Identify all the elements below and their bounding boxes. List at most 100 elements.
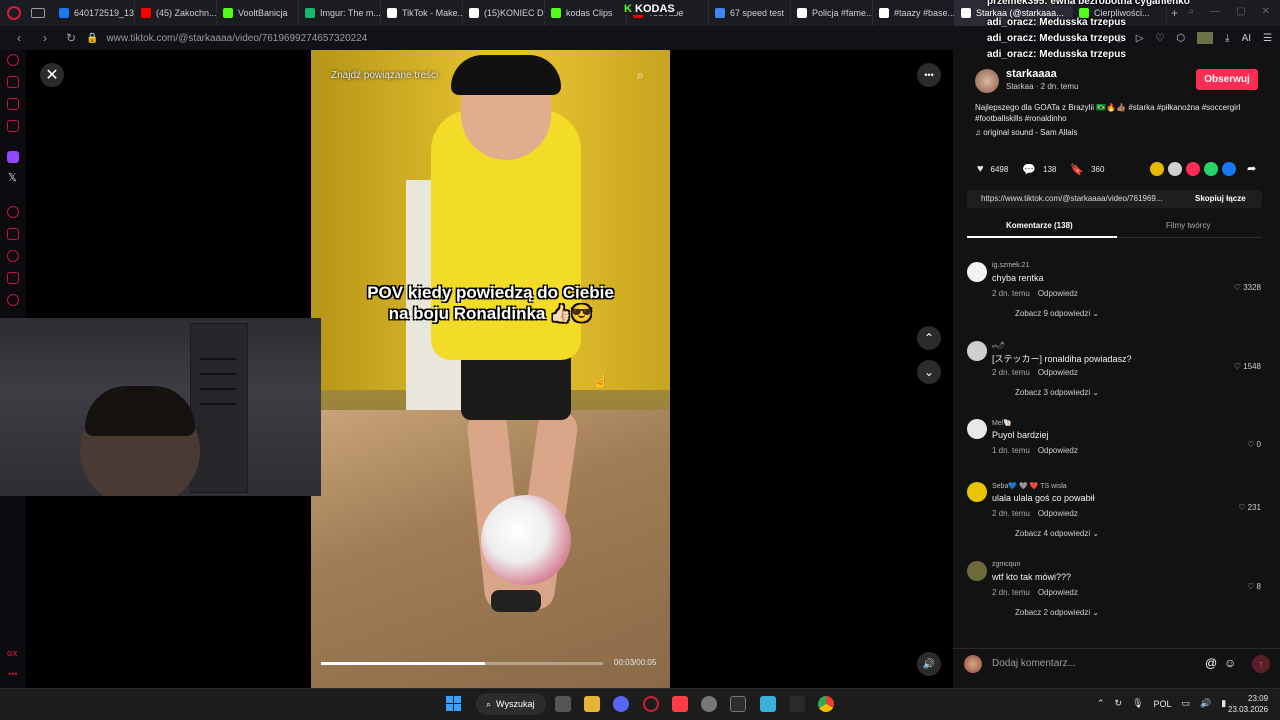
- notepad-icon[interactable]: [760, 696, 776, 712]
- menu-icon[interactable]: ☰: [1263, 33, 1272, 44]
- chrome-icon[interactable]: [818, 696, 834, 712]
- taskbar-clock[interactable]: 23:09 23.03.2026: [1228, 693, 1268, 715]
- thumbnail-icon[interactable]: [1197, 32, 1214, 44]
- apple-music-icon[interactable]: [672, 696, 688, 712]
- related-content-label[interactable]: Znajdź powiązane treści: [331, 70, 438, 81]
- share-option-icon[interactable]: [1186, 162, 1200, 176]
- share-option-icon[interactable]: [1222, 162, 1236, 176]
- browser-tab[interactable]: kodas Clips: [545, 0, 627, 26]
- browser-tab[interactable]: 640172519_13...: [53, 0, 135, 26]
- messenger-icon[interactable]: [7, 98, 19, 110]
- sync-icon[interactable]: ↻: [1115, 698, 1123, 709]
- volume-button[interactable]: 🔊: [917, 652, 941, 676]
- comment-avatar[interactable]: [967, 561, 987, 581]
- discord-icon[interactable]: [613, 696, 629, 712]
- app-icon[interactable]: [789, 696, 805, 712]
- browser-tab[interactable]: (15)KONIEC D...: [463, 0, 545, 26]
- comment-stat[interactable]: 💬 138: [1022, 163, 1056, 176]
- more-options-button[interactable]: •••: [917, 63, 941, 87]
- task-view-icon[interactable]: [555, 696, 571, 712]
- settings-app-icon[interactable]: [701, 696, 717, 712]
- view-replies-button[interactable]: Zobacz 4 odpowiedzi ⌄: [1015, 529, 1099, 538]
- view-replies-button[interactable]: Zobacz 2 odpowiedzi ⌄: [1015, 608, 1099, 617]
- video-player[interactable]: [311, 50, 670, 688]
- share-option-icon[interactable]: [1168, 162, 1182, 176]
- tab-strip-icon[interactable]: [31, 8, 45, 18]
- share-arrow-icon[interactable]: ➦: [1247, 162, 1256, 175]
- maximize-button[interactable]: ▢: [1236, 6, 1245, 17]
- comment-username[interactable]: zgmcqun: [992, 561, 1020, 568]
- comment-like-button[interactable]: ♡ 0: [1247, 440, 1261, 449]
- bookmarks-icon[interactable]: [7, 228, 19, 240]
- comment-avatar[interactable]: [967, 341, 987, 361]
- reply-button[interactable]: Odpowiedz: [1038, 368, 1078, 377]
- file-explorer-icon[interactable]: [584, 696, 600, 712]
- browser-tab[interactable]: Policja #fame...: [791, 0, 873, 26]
- download-icon[interactable]: ⤓: [1225, 33, 1229, 44]
- player-icon[interactable]: [7, 206, 19, 218]
- url-field[interactable]: www.tiktok.com/@starkaaaa/video/76196992…: [106, 33, 367, 44]
- next-video-button[interactable]: ⌄: [917, 360, 941, 384]
- volume-icon[interactable]: 🔊: [1200, 698, 1211, 709]
- network-icon[interactable]: ▭: [1182, 698, 1191, 709]
- creator-avatar[interactable]: [975, 69, 999, 93]
- creator-username[interactable]: starkaaaa: [1006, 68, 1057, 80]
- reply-button[interactable]: Odpowiedz: [1038, 588, 1078, 597]
- forward-button[interactable]: ›: [38, 31, 52, 45]
- comment-username[interactable]: Mel🐚: [992, 419, 1012, 427]
- twitch-icon[interactable]: [7, 151, 19, 163]
- browser-tab[interactable]: TikTok - Make...: [381, 0, 463, 26]
- ai-button[interactable]: AI: [1242, 33, 1251, 44]
- reply-button[interactable]: Odpowiedz: [1038, 289, 1078, 298]
- language-indicator[interactable]: POL: [1154, 699, 1172, 709]
- comment-input[interactable]: Dodaj komentarz...: [992, 658, 1076, 669]
- view-replies-button[interactable]: Zobacz 9 odpowiedzi ⌄: [1015, 309, 1099, 318]
- minimize-button[interactable]: —: [1210, 6, 1220, 17]
- battery-icon[interactable]: ▮: [1221, 698, 1226, 709]
- comment-avatar[interactable]: [967, 419, 987, 439]
- back-button[interactable]: ‹: [12, 31, 26, 45]
- save-stat[interactable]: 🔖 360: [1070, 163, 1104, 176]
- comment-avatar[interactable]: [967, 262, 987, 282]
- taskbar-search[interactable]: ⌕ Wyszukaj: [476, 693, 546, 715]
- history-icon[interactable]: [7, 250, 19, 262]
- browser-tab[interactable]: 67 speed test: [709, 0, 791, 26]
- opera-gx-icon[interactable]: [643, 696, 659, 712]
- comment-like-button[interactable]: ♡ 1548: [1234, 362, 1261, 371]
- comment-username[interactable]: ₐₗ🌶: [992, 341, 1005, 349]
- browser-tab[interactable]: #taazy #base...: [873, 0, 955, 26]
- comment-username[interactable]: ig.szmek.21: [992, 262, 1029, 269]
- reload-button[interactable]: ↻: [64, 31, 78, 45]
- previous-video-button[interactable]: ⌃: [917, 326, 941, 350]
- video-search-icon[interactable]: ⌕: [637, 68, 644, 83]
- browser-tab[interactable]: Imgur: The m...: [299, 0, 381, 26]
- tray-overflow-icon[interactable]: ⌃: [1097, 698, 1105, 709]
- x-icon[interactable]: 𝕏: [8, 171, 17, 184]
- emoji-button[interactable]: ☺: [1224, 656, 1236, 670]
- comment-like-button[interactable]: ♡ 231: [1238, 503, 1261, 512]
- close-window-button[interactable]: ✕: [1262, 6, 1270, 17]
- windows-start-icon[interactable]: [446, 696, 461, 711]
- comment-avatar[interactable]: [967, 482, 987, 502]
- share-option-icon[interactable]: [1150, 162, 1164, 176]
- music-icon[interactable]: [7, 120, 19, 132]
- close-video-button[interactable]: ✕: [40, 63, 64, 87]
- share-option-icon[interactable]: [1204, 162, 1218, 176]
- browser-tab[interactable]: (45) Zakochn...: [135, 0, 217, 26]
- browser-tab[interactable]: VooltBanicja: [217, 0, 299, 26]
- send-comment-button[interactable]: ↑: [1252, 655, 1270, 673]
- pinboards-icon[interactable]: [7, 272, 19, 284]
- shopping-icon[interactable]: [7, 76, 19, 88]
- view-replies-button[interactable]: Zobacz 3 odpowiedzi ⌄: [1015, 388, 1099, 397]
- video-progress-bar[interactable]: [321, 662, 603, 665]
- like-stat[interactable]: ♥ 6498: [977, 163, 1008, 175]
- comment-like-button[interactable]: ♡ 8: [1247, 582, 1261, 591]
- opera-logo-icon[interactable]: [7, 6, 21, 20]
- comment-like-button[interactable]: ♡ 3328: [1234, 283, 1261, 292]
- reply-button[interactable]: Odpowiedz: [1038, 509, 1078, 518]
- mention-button[interactable]: @: [1205, 656, 1217, 670]
- copy-link-button[interactable]: Skopiuj łącze: [1195, 194, 1246, 203]
- tab-comments[interactable]: Komentarze (138): [1006, 221, 1073, 230]
- gx-icon[interactable]: GX: [7, 651, 17, 658]
- settings-icon[interactable]: [7, 294, 19, 306]
